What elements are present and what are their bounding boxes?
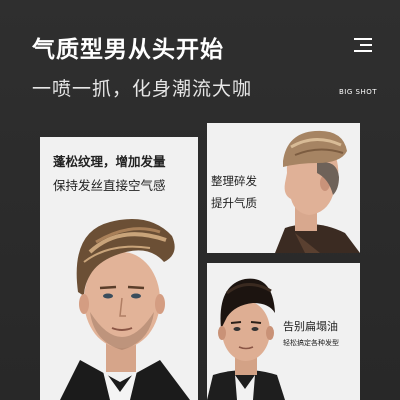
- card-anti-flat: 告别扁塌油 轻松搞定各种发型: [207, 263, 360, 400]
- card-volume-subtitle: 保持发丝直接空气感: [53, 178, 166, 193]
- card-volume-title: 蓬松纹理，增加发量: [53, 154, 166, 169]
- card-anti-flat-title: 告别扁塌油: [283, 320, 338, 333]
- card-tidy: 整理碎发 提升气质: [207, 123, 360, 253]
- man-slick-hair-image: [207, 278, 285, 400]
- page-title: 气质型男从头开始: [32, 37, 224, 63]
- card-anti-flat-subtitle: 轻松搞定各种发型: [283, 339, 339, 347]
- card-tidy-title: 整理碎发: [211, 174, 257, 188]
- brand-label: BIG SHOT: [339, 88, 378, 96]
- card-tidy-subtitle: 提升气质: [211, 196, 257, 210]
- man-portrait-image: [60, 219, 190, 400]
- man-profile-image: [275, 130, 360, 253]
- page-subtitle: 一喷一抓，化身潮流大咖: [32, 78, 253, 100]
- card-volume: 蓬松纹理，增加发量 保持发丝直接空气感: [40, 137, 198, 400]
- menu-icon[interactable]: [354, 38, 372, 52]
- page: 气质型男从头开始 一喷一抓，化身潮流大咖 BIG SHOT 蓬松纹理，增加发量 …: [0, 0, 400, 400]
